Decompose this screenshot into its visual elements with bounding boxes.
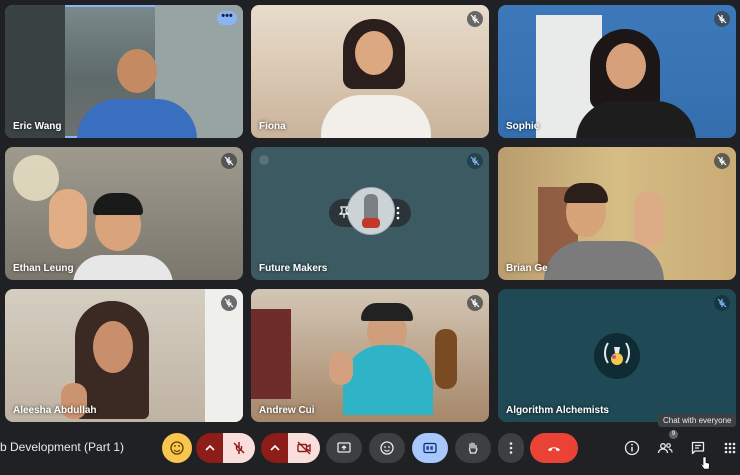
- activities-button[interactable]: [718, 436, 740, 460]
- video-tile-aleesha-abdullah[interactable]: Aleesha Abdullah: [5, 289, 243, 422]
- video-tile-fiona[interactable]: Fiona: [251, 5, 489, 138]
- present-icon: [337, 442, 351, 453]
- participant-name: Ethan Leung: [13, 263, 74, 274]
- reactions-icon: [170, 441, 184, 455]
- camera-toggle-button[interactable]: [288, 433, 320, 463]
- mic-options-button[interactable]: [196, 433, 224, 463]
- participant-name: Fiona: [259, 121, 286, 132]
- participant-name: Eric Wang: [13, 121, 62, 132]
- mic-off-small-icon: [259, 155, 269, 165]
- hang-up-icon: [548, 447, 560, 452]
- chevron-up-icon: [205, 444, 215, 451]
- participant-name: Aleesha Abdullah: [13, 405, 97, 416]
- people-icon: [657, 443, 673, 454]
- more-options-button[interactable]: [498, 433, 524, 463]
- video-grid: ••• Eric Wang Fiona Sophie Ethan Leung F…: [0, 0, 740, 425]
- video-tile-brian-ge[interactable]: Brian Ge: [498, 147, 736, 280]
- avatar: [347, 187, 395, 235]
- more-options-icon[interactable]: •••: [217, 11, 237, 25]
- captions-button[interactable]: [412, 433, 448, 463]
- more-options-icon: [509, 442, 513, 454]
- participant-name: Brian Ge: [506, 263, 548, 274]
- camera-off-icon: [297, 441, 311, 455]
- meeting-title: b Development (Part 1): [0, 440, 125, 454]
- mouse-cursor: [700, 456, 710, 470]
- participant-name: Future Makers: [259, 263, 328, 274]
- raise-hand-button[interactable]: [455, 433, 491, 463]
- video-tile-eric-wang[interactable]: ••• Eric Wang: [5, 5, 243, 138]
- mic-muted-icon: [714, 295, 730, 311]
- camera-options-button[interactable]: [261, 433, 289, 463]
- video-tile-ethan-leung[interactable]: Ethan Leung: [5, 147, 243, 280]
- info-icon: [624, 440, 640, 456]
- mic-muted-icon: [714, 11, 730, 27]
- more-options-icon[interactable]: [395, 205, 401, 221]
- chat-tooltip: Chat with everyone: [658, 414, 737, 427]
- emoji-icon: [380, 441, 394, 455]
- emoji-button[interactable]: [369, 433, 405, 463]
- meeting-info-button[interactable]: [620, 436, 644, 460]
- mic-toggle-button[interactable]: [223, 433, 255, 463]
- pin-icon[interactable]: [337, 205, 351, 219]
- video-tile-sophie[interactable]: Sophie: [498, 5, 736, 138]
- mic-muted-icon: [221, 295, 237, 311]
- mic-off-icon: [233, 442, 245, 454]
- mic-muted-icon: [467, 295, 483, 311]
- avatar: [594, 333, 640, 379]
- chat-icon: [691, 441, 705, 455]
- mic-muted-icon: [714, 153, 730, 169]
- video-tile-andrew-cui[interactable]: Andrew Cui: [251, 289, 489, 422]
- activities-icon: [724, 442, 736, 454]
- control-bar: b Development (Part 1): [0, 425, 740, 471]
- people-count-badge: 9: [669, 430, 678, 439]
- participant-name: Andrew Cui: [259, 405, 315, 416]
- raise-hand-icon: [468, 442, 478, 454]
- reactions-button[interactable]: [162, 433, 192, 463]
- video-tile-algorithm-alchemists[interactable]: Algorithm Alchemists: [498, 289, 736, 422]
- captions-icon: [423, 442, 437, 454]
- chevron-up-icon: [270, 444, 280, 451]
- present-button[interactable]: [326, 433, 362, 463]
- mic-muted-icon: [467, 153, 483, 169]
- participant-name: Sophie: [506, 121, 540, 132]
- people-button[interactable]: [653, 436, 677, 460]
- video-tile-future-makers[interactable]: Future Makers: [251, 147, 489, 280]
- participant-name: Algorithm Alchemists: [506, 405, 609, 416]
- mic-muted-icon: [467, 11, 483, 27]
- hang-up-button[interactable]: [530, 433, 578, 463]
- mic-muted-icon: [221, 153, 237, 169]
